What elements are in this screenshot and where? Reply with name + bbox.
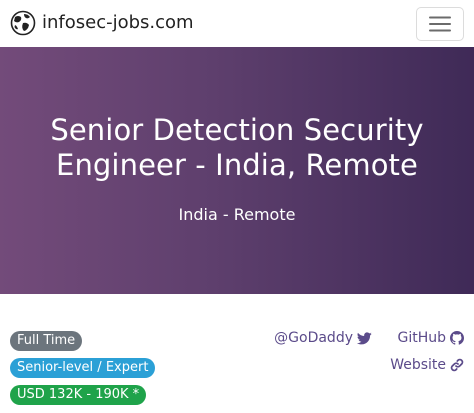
github-icon [450,331,464,345]
website-link[interactable]: Website [390,355,464,375]
company-twitter-link[interactable]: @GoDaddy [274,328,372,348]
job-header: Senior Detection Security Engineer - Ind… [0,47,474,294]
experience-level-badge[interactable]: Senior-level / Expert [10,358,156,378]
menu-toggle-button[interactable] [416,7,464,41]
website-label: Website [390,357,446,373]
job-location: India - Remote [178,205,296,224]
brand-link[interactable]: infosec-jobs.com [10,10,194,36]
globe-logo-icon [10,10,36,36]
job-title: Senior Detection Security Engineer - Ind… [50,113,424,182]
salary-badge[interactable]: USD 132K - 190K * [10,385,147,405]
hamburger-menu-icon [429,16,451,32]
github-label: GitHub [397,330,446,346]
github-link[interactable]: GitHub [397,328,464,348]
company-handle: @GoDaddy [274,330,353,346]
brand-name: infosec-jobs.com [42,12,194,33]
twitter-icon [357,331,372,344]
link-icon [450,358,464,372]
navbar: infosec-jobs.com [0,0,474,47]
employment-type-badge[interactable]: Full Time [10,331,83,351]
